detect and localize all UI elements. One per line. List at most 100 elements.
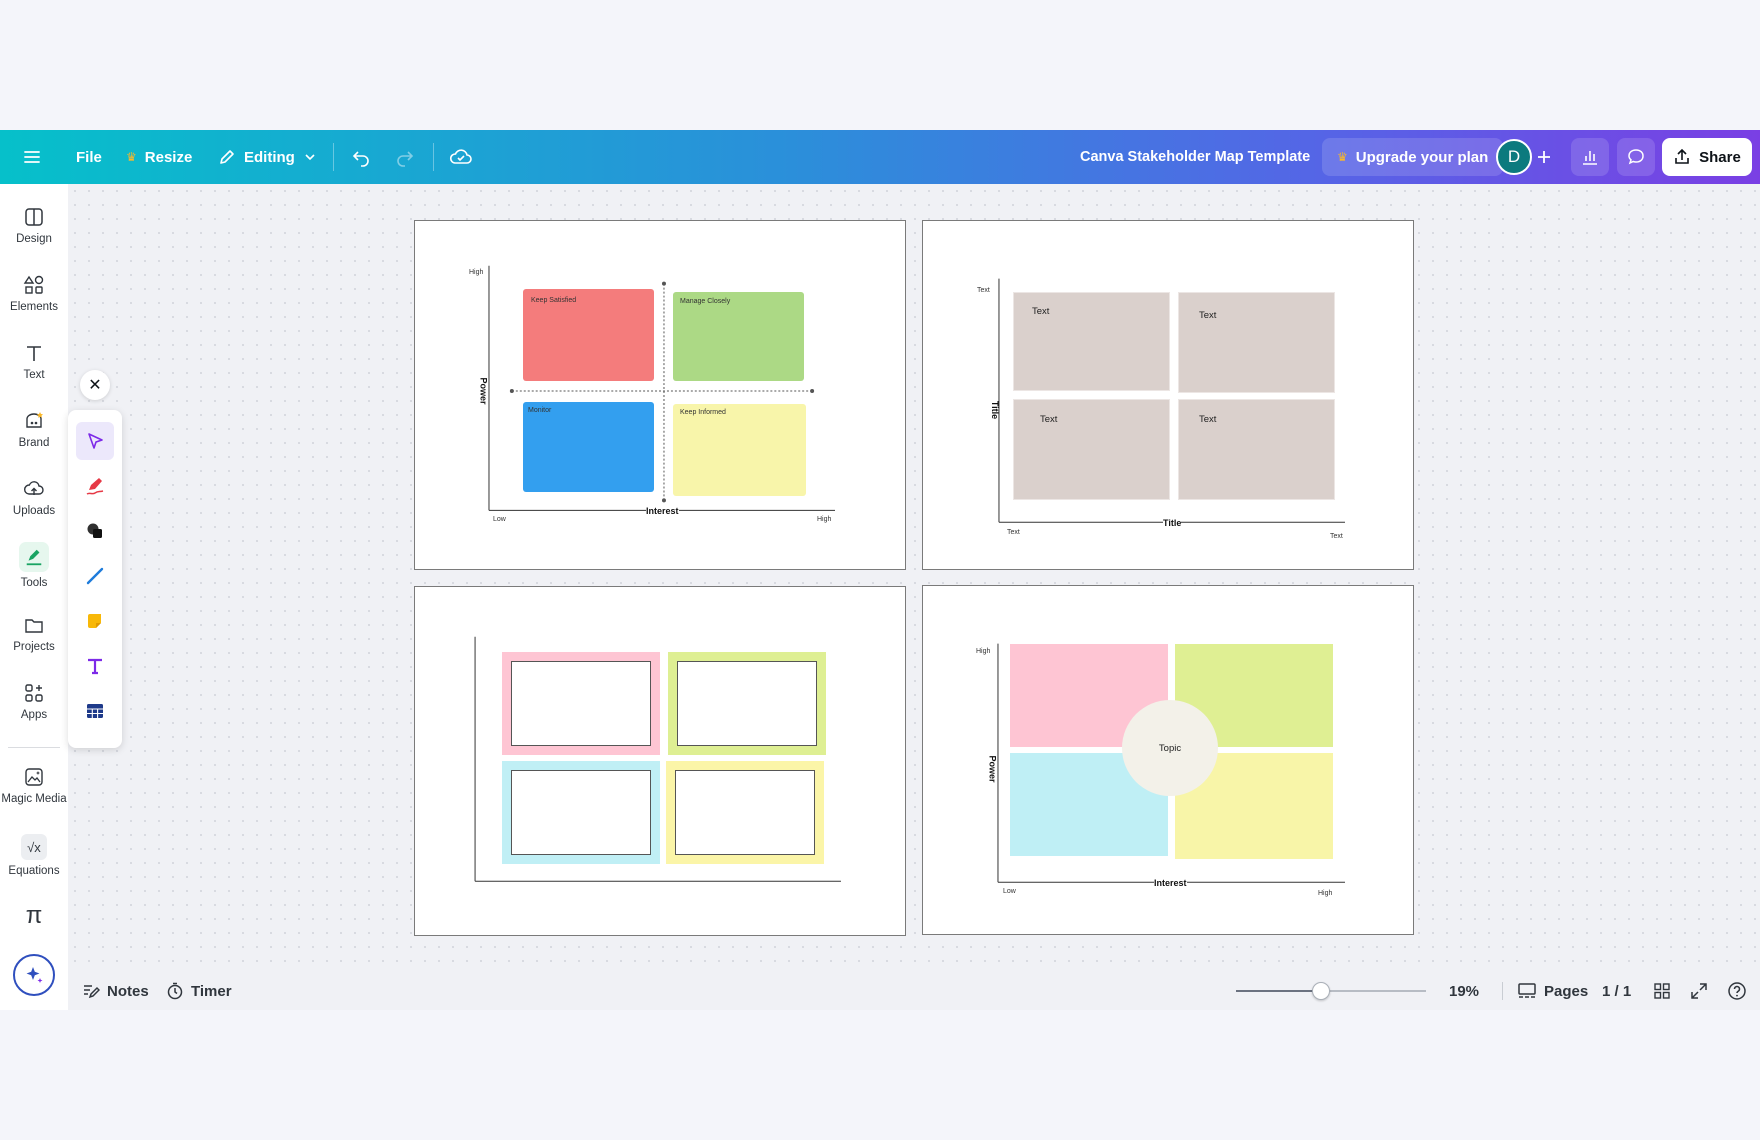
tools-icon [19, 542, 49, 572]
y-axis-top-label: Text [977, 287, 990, 294]
cloud-check-icon [449, 149, 472, 164]
text-box-bottom-right[interactable]: Text [1178, 399, 1335, 500]
line-tool-button[interactable] [76, 557, 114, 595]
comment-icon [1628, 149, 1644, 165]
sidebar-item-design[interactable]: Design [0, 206, 68, 245]
pages-button[interactable]: Pages [1517, 972, 1588, 1010]
x-axis-title: Title [1163, 518, 1182, 528]
sidebar-item-equations[interactable]: √x Equations [0, 834, 68, 877]
empty-text-field[interactable] [675, 770, 815, 855]
share-button[interactable]: Share [1662, 138, 1752, 176]
document-title[interactable]: Canva Stakeholder Map Template [1080, 130, 1310, 184]
design-canvas[interactable]: Keep Satisfied Manage Closely Monitor Ke… [68, 184, 1760, 972]
redo-icon [397, 151, 414, 167]
editing-mode-button[interactable]: Editing [218, 130, 317, 184]
sidebar-item-projects[interactable]: Projects [0, 614, 68, 653]
box-text: Text [1199, 310, 1217, 321]
sidebar-item-tools[interactable]: Tools [0, 542, 68, 589]
zoom-slider[interactable] [1236, 982, 1426, 1000]
text-tool-button[interactable] [76, 647, 114, 685]
fullscreen-button[interactable] [1690, 972, 1708, 1010]
box-text: Text [1199, 414, 1217, 425]
elements-icon [23, 275, 44, 294]
table-icon [87, 704, 103, 718]
table-tool-button[interactable] [76, 692, 114, 730]
line-icon [86, 567, 104, 585]
y-axis-title: Title [990, 400, 1001, 420]
divider [433, 143, 434, 171]
help-button[interactable] [1727, 972, 1747, 1010]
text-box-top-left[interactable]: Text [1013, 292, 1170, 391]
sidebar-item-brand[interactable]: Brand [0, 410, 68, 449]
pages-icon [1518, 983, 1536, 998]
upgrade-plan-button[interactable]: ♛ Upgrade your plan [1322, 138, 1504, 176]
quadrant-monitor[interactable]: Monitor [523, 402, 654, 492]
chevron-down-icon [305, 154, 315, 161]
y-axis-title: Power [987, 755, 998, 783]
notes-button[interactable]: Notes [82, 972, 149, 1010]
cloud-save-status[interactable] [449, 130, 473, 184]
uploads-icon [24, 481, 44, 495]
frame-top-right[interactable] [668, 652, 826, 755]
redo-button[interactable] [394, 130, 416, 184]
quadrant-keep-informed[interactable]: Keep Informed [673, 404, 806, 496]
pi-app-icon[interactable]: π [0, 902, 68, 930]
draw-tool-button[interactable] [76, 467, 114, 505]
avatar[interactable]: D [1496, 139, 1532, 175]
box-text: Text [1040, 414, 1058, 425]
brand-icon [26, 412, 43, 428]
plus-icon [1538, 151, 1550, 163]
page-4-topic-matrix[interactable]: Topic High Power Low Interest High [922, 585, 1414, 935]
design-icon [25, 208, 43, 226]
grid-view-button[interactable] [1653, 972, 1671, 1010]
topic-circle[interactable]: Topic [1122, 700, 1218, 796]
frame-bottom-right[interactable] [666, 761, 824, 864]
text-box-bottom-left[interactable]: Text [1013, 399, 1170, 500]
page-2-axes [998, 278, 1345, 523]
undo-icon [352, 151, 369, 167]
divider [8, 747, 60, 748]
crown-icon: ♛ [126, 150, 137, 164]
quadrant-manage-closely[interactable]: Manage Closely [673, 292, 804, 381]
frame-bottom-left[interactable] [502, 761, 660, 864]
magic-assistant-button[interactable] [13, 954, 55, 996]
page-3-axes [474, 636, 841, 882]
close-tools-button[interactable]: ✕ [80, 370, 110, 400]
shapes-tool-button[interactable] [76, 512, 114, 550]
sidebar-item-uploads[interactable]: Uploads [0, 478, 68, 517]
x-axis-title: Interest [646, 506, 679, 516]
quadrant-label: Keep Satisfied [531, 297, 577, 304]
empty-text-field[interactable] [511, 770, 651, 855]
apps-icon [25, 684, 43, 702]
resize-button[interactable]: ♛ Resize [126, 130, 192, 184]
undo-button[interactable] [350, 130, 372, 184]
sticky-note-tool-button[interactable] [76, 602, 114, 640]
sidebar-item-text[interactable]: Text [0, 342, 68, 381]
page-3-blank-matrix[interactable] [414, 586, 906, 936]
zoom-percentage[interactable]: 19% [1449, 972, 1479, 1010]
page-2-text-grid[interactable]: Text Text Text Text Text Title Text Titl… [922, 220, 1414, 570]
quadrant-keep-satisfied[interactable]: Keep Satisfied [523, 289, 654, 381]
frame-top-left[interactable] [502, 652, 660, 755]
cursor-icon [88, 433, 103, 449]
select-tool-button[interactable] [76, 422, 114, 460]
timer-button[interactable]: Timer [166, 972, 232, 1010]
insights-button[interactable] [1571, 138, 1609, 176]
empty-text-field[interactable] [677, 661, 817, 746]
y-axis-high-label: High [469, 269, 484, 276]
text-box-top-right[interactable]: Text [1178, 292, 1335, 393]
expand-icon [1691, 983, 1707, 999]
sidebar-item-magic-media[interactable]: Magic Media [0, 766, 68, 805]
empty-text-field[interactable] [511, 661, 651, 746]
zoom-slider-thumb[interactable] [1312, 982, 1330, 1000]
box-text: Text [1032, 306, 1050, 317]
file-menu-button[interactable]: File [76, 130, 102, 184]
add-collaborator-button[interactable] [1535, 130, 1553, 184]
sparkle-icon [26, 967, 43, 983]
comments-button[interactable] [1617, 138, 1655, 176]
page-1-stakeholder-matrix[interactable]: Keep Satisfied Manage Closely Monitor Ke… [414, 220, 906, 570]
sidebar-item-apps[interactable]: Apps [0, 682, 68, 721]
menu-button[interactable] [22, 130, 42, 184]
editor-top-bar: File ♛ Resize Editing Canva Stakeholder … [0, 130, 1760, 184]
sidebar-item-elements[interactable]: Elements [0, 274, 68, 313]
